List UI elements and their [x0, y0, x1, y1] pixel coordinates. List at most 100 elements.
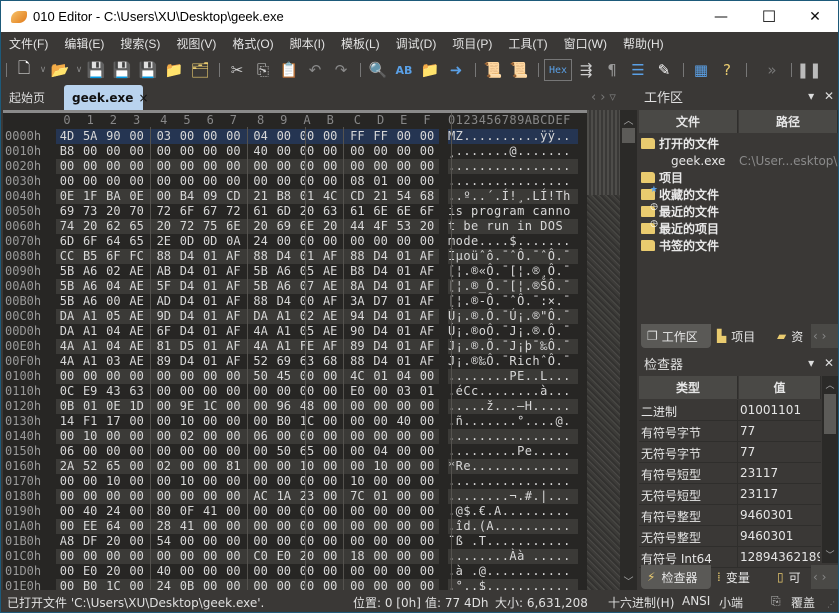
- hex-byte[interactable]: 00: [416, 234, 438, 249]
- hex-byte[interactable]: 00: [222, 444, 244, 459]
- hex-byte[interactable]: DF: [79, 534, 101, 549]
- hex-byte[interactable]: AD: [153, 294, 175, 309]
- hex-byte[interactable]: 00: [346, 459, 368, 474]
- inspector-value[interactable]: 77: [740, 445, 820, 459]
- ascii-text[interactable]: ................: [448, 429, 578, 444]
- hex-byte[interactable]: 43: [102, 384, 124, 399]
- hex-byte[interactable]: 01: [199, 309, 221, 324]
- hex-byte[interactable]: 00: [176, 129, 198, 144]
- menu-item[interactable]: 搜索(S): [112, 35, 168, 52]
- hex-byte[interactable]: 06: [56, 444, 78, 459]
- hex-byte[interactable]: AE: [126, 354, 148, 369]
- hex-byte[interactable]: 00: [199, 369, 221, 384]
- hex-byte[interactable]: 8A: [346, 279, 368, 294]
- hex-byte[interactable]: A1: [79, 354, 101, 369]
- hex-byte[interactable]: 00: [416, 414, 438, 429]
- hex-byte[interactable]: 64: [102, 234, 124, 249]
- hex-byte[interactable]: 00: [273, 159, 295, 174]
- hex-byte[interactable]: A1: [273, 309, 295, 324]
- hex-byte[interactable]: 10: [176, 474, 198, 489]
- hex-row[interactable]: 0000h 4D 5A 90 00 03 00 00 00 04 00 00 00 FF FF 00 00 MZ.…: [3, 129, 587, 144]
- hex-byte[interactable]: 00: [102, 144, 124, 159]
- paste-icon[interactable]: 📋: [277, 59, 301, 81]
- hex-byte[interactable]: BA: [102, 189, 124, 204]
- hex-byte[interactable]: 01: [296, 249, 318, 264]
- help-icon[interactable]: ?: [715, 59, 739, 81]
- goto-icon[interactable]: ➜: [444, 59, 468, 81]
- hex-byte[interactable]: 00: [319, 564, 341, 579]
- new-file-icon[interactable]: 🗋: [12, 59, 36, 81]
- save-all-icon[interactable]: 💾: [136, 59, 160, 81]
- hex-byte[interactable]: 00: [222, 144, 244, 159]
- replace-icon[interactable]: AB: [392, 59, 416, 81]
- save-icon[interactable]: 💾: [84, 59, 108, 81]
- scrollbar-thumb[interactable]: [622, 128, 635, 143]
- hex-byte[interactable]: 4A: [250, 324, 272, 339]
- hex-byte[interactable]: 00: [370, 234, 392, 249]
- hex-row[interactable]: 0030h 00 00 00 00 00 00 00 00 00 00 00 00 08 01 00 00...…: [3, 174, 587, 189]
- hex-byte[interactable]: 00: [296, 564, 318, 579]
- hex-byte[interactable]: 68: [319, 354, 341, 369]
- hex-byte[interactable]: 01: [393, 324, 415, 339]
- hex-byte[interactable]: 00: [199, 519, 221, 534]
- workspace-tree-item[interactable]: 项目: [641, 169, 683, 186]
- panel-tab-project[interactable]: ▙ 项目: [711, 324, 771, 348]
- hex-byte[interactable]: 88: [250, 249, 272, 264]
- hex-byte[interactable]: 65: [126, 219, 148, 234]
- hex-byte[interactable]: 00: [126, 519, 148, 534]
- hex-byte[interactable]: AE: [126, 294, 148, 309]
- hex-byte[interactable]: 00: [416, 459, 438, 474]
- hex-byte[interactable]: 00: [370, 384, 392, 399]
- status-mode[interactable]: 十六进制(H): [608, 594, 674, 611]
- hex-byte[interactable]: 24: [250, 234, 272, 249]
- hex-row[interactable]: 0070h 6D 6F 64 65 2E 0D 0D 0A 24 00 00 00 00 00 00 00 mod…: [3, 234, 587, 249]
- hex-byte[interactable]: 00: [250, 519, 272, 534]
- hex-byte[interactable]: 01: [393, 294, 415, 309]
- hex-byte[interactable]: 00: [416, 564, 438, 579]
- hex-byte[interactable]: 00: [222, 129, 244, 144]
- hex-byte[interactable]: 00: [79, 159, 101, 174]
- open-file-icon[interactable]: 📂: [48, 59, 72, 81]
- hex-byte[interactable]: 5F: [153, 279, 175, 294]
- workspace-close-button[interactable]: ✕: [824, 89, 834, 103]
- hex-byte[interactable]: 90: [346, 324, 368, 339]
- hex-byte[interactable]: 02: [176, 429, 198, 444]
- hex-byte[interactable]: 00: [102, 159, 124, 174]
- hex-byte[interactable]: 20: [250, 219, 272, 234]
- columns-icon[interactable]: ☰: [626, 59, 650, 81]
- hex-byte[interactable]: DA: [56, 324, 78, 339]
- panel-tab-variables[interactable]: ⁞ 变量: [711, 565, 771, 589]
- menu-item[interactable]: 工具(T): [500, 35, 555, 52]
- hex-byte[interactable]: AE: [126, 279, 148, 294]
- scroll-up-arrow-icon[interactable]: ︿: [620, 112, 637, 127]
- find-in-files-icon[interactable]: 📁: [418, 59, 442, 81]
- hex-byte[interactable]: E9: [79, 384, 101, 399]
- hex-byte[interactable]: 6D: [56, 234, 78, 249]
- hex-byte[interactable]: A1: [79, 324, 101, 339]
- hex-byte[interactable]: 44: [346, 219, 368, 234]
- hex-byte[interactable]: 81: [222, 459, 244, 474]
- hex-byte[interactable]: 01: [393, 339, 415, 354]
- ascii-text[interactable]: ................: [448, 159, 578, 174]
- hex-byte[interactable]: 00: [222, 369, 244, 384]
- ascii-text[interactable]: ................: [448, 174, 578, 189]
- hex-byte[interactable]: 00: [176, 534, 198, 549]
- hex-byte[interactable]: 00: [296, 429, 318, 444]
- hex-row[interactable]: 00C0h DA A1 05 AE 9D D4 01 AF DA A1 02 AE 94 D4 01 AF Ú¡.…: [3, 309, 587, 324]
- hex-byte[interactable]: 62: [102, 219, 124, 234]
- hex-byte[interactable]: 00: [319, 444, 341, 459]
- hex-byte[interactable]: 00: [126, 174, 148, 189]
- hex-byte[interactable]: 73: [79, 204, 101, 219]
- hex-byte[interactable]: 00: [250, 384, 272, 399]
- hex-byte[interactable]: 68: [416, 189, 438, 204]
- hex-byte[interactable]: 00: [102, 174, 124, 189]
- hex-byte[interactable]: 74: [56, 219, 78, 234]
- ascii-text[interactable]: ................: [448, 474, 578, 489]
- hex-byte[interactable]: AE: [319, 279, 341, 294]
- menu-item[interactable]: 脚本(I): [282, 35, 333, 52]
- hex-byte[interactable]: AF: [416, 309, 438, 324]
- hex-byte[interactable]: 00: [393, 549, 415, 564]
- hex-byte[interactable]: AF: [416, 339, 438, 354]
- ascii-text[interactable]: J¡.®.Õ.¯J¡þ¯‰Ô.¯: [448, 339, 578, 354]
- hex-row[interactable]: 0180h 00 00 00 00 00 00 00 00 AC 1A 23 00 7C 01 00 00...…: [3, 489, 587, 504]
